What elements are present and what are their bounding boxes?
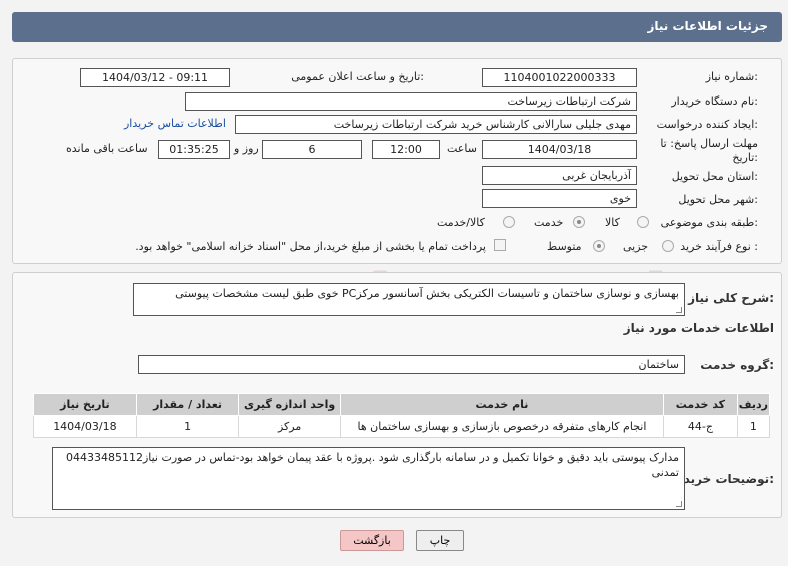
cell-need-date: 1404/03/18 — [33, 415, 137, 438]
buyer-org-label: نام دستگاه خریدار: — [671, 95, 758, 108]
days-label: روز و — [234, 142, 259, 155]
need-number-field[interactable]: 1104001022000333 — [482, 68, 637, 87]
resize-handle-icon[interactable] — [676, 307, 682, 313]
service-group-label: گروه خدمت: — [700, 358, 774, 372]
treasury-payment-checkbox[interactable] — [494, 239, 506, 251]
need-number-label: شماره نیاز: — [705, 70, 758, 83]
category-radio-goods[interactable] — [637, 216, 649, 228]
days-remaining-field[interactable]: 6 — [262, 140, 362, 159]
col-unit: واحد اندازه گیری — [238, 393, 341, 416]
purchase-option-medium: متوسط — [547, 240, 582, 253]
category-label: طبقه بندی موضوعی: — [660, 216, 758, 229]
city-label: شهر محل تحویل: — [678, 193, 758, 206]
col-need-date: تاریخ نیاز — [33, 393, 137, 416]
deadline-time-field[interactable]: 12:00 — [372, 140, 440, 159]
deadline-label: مهلت ارسال پاسخ: تا — [660, 137, 758, 150]
summary-text: بهسازی و نوسازی ساختمان و تاسیسات الکتری… — [175, 287, 679, 300]
cell-service-name: انجام کارهای متفرقه درخصوص بازسازی و بهس… — [339, 415, 665, 438]
province-label: استان محل تحویل: — [671, 170, 758, 183]
buyer-notes-text: مدارک پیوستی باید دقیق و خوانا تکمیل و د… — [65, 451, 679, 479]
category-radio-service[interactable] — [573, 216, 585, 228]
creator-field[interactable]: مهدی جلیلی سارالانی کارشناس خرید شرکت ار… — [235, 115, 637, 134]
remaining-time-label: ساعت باقی مانده — [66, 142, 148, 155]
treasury-payment-note: پرداخت تمام یا بخشی از مبلغ خرید،از محل … — [135, 240, 486, 253]
summary-textarea[interactable]: بهسازی و نوسازی ساختمان و تاسیسات الکتری… — [133, 283, 685, 316]
remaining-time-field[interactable]: 01:35:25 — [158, 140, 230, 159]
buyer-notes-label: توضیحات خریدار: — [672, 472, 774, 486]
purchase-radio-minor[interactable] — [662, 240, 674, 252]
table-header-row: ردیف کد خدمت نام خدمت واحد اندازه گیری ت… — [33, 393, 771, 416]
deadline-time-label: ساعت — [447, 142, 477, 155]
buyer-contact-link[interactable]: اطلاعات تماس خریدار — [124, 117, 226, 130]
col-row-number: ردیف — [736, 393, 771, 416]
cell-unit: مرکز — [238, 415, 341, 438]
deadline-label-date: تاریخ: — [732, 151, 758, 164]
back-button[interactable]: بازگشت — [340, 530, 404, 551]
purchase-radio-medium[interactable] — [593, 240, 605, 252]
col-service-code: کد خدمت — [663, 393, 738, 416]
city-field[interactable]: خوی — [482, 189, 637, 208]
table-row[interactable]: 1 ج-44 انجام کارهای متفرقه درخصوص بازساز… — [33, 415, 771, 438]
summary-label: شرح کلی نیاز: — [688, 291, 774, 305]
page-title: جزئیات اطلاعات نیاز — [647, 19, 768, 33]
col-service-name: نام خدمت — [339, 393, 665, 416]
category-option-goods: کالا — [605, 216, 620, 229]
purchase-type-label: نوع فرآیند خرید : — [680, 240, 758, 253]
creator-label: ایجاد کننده درخواست: — [656, 118, 758, 131]
province-field[interactable]: آذربایجان غربی — [482, 166, 637, 185]
cell-quantity: 1 — [135, 415, 240, 438]
services-table: ردیف کد خدمت نام خدمت واحد اندازه گیری ت… — [33, 393, 771, 438]
service-group-field[interactable]: ساختمان — [138, 355, 685, 374]
deadline-date-field[interactable]: 1404/03/18 — [482, 140, 637, 159]
category-radio-goods-service[interactable] — [503, 216, 515, 228]
category-option-service: خدمت — [534, 216, 564, 229]
buyer-notes-textarea[interactable]: مدارک پیوستی باید دقیق و خوانا تکمیل و د… — [52, 447, 685, 510]
buyer-org-field[interactable]: شرکت ارتباطات زیرساخت — [185, 92, 637, 111]
services-section-title: اطلاعات خدمات مورد نیاز — [623, 321, 774, 335]
purchase-option-minor: جزیی — [623, 240, 649, 253]
col-quantity: تعداد / مقدار — [135, 393, 240, 416]
announce-datetime-label: تاریخ و ساعت اعلان عمومی: — [291, 70, 424, 83]
cell-service-code: ج-44 — [663, 415, 738, 438]
announce-datetime-field[interactable]: 1404/03/12 - 09:11 — [80, 68, 230, 87]
resize-handle-icon[interactable] — [676, 501, 682, 507]
category-option-goods-service: کالا/خدمت — [437, 216, 485, 229]
print-button[interactable]: چاپ — [416, 530, 464, 551]
need-details-panel — [12, 58, 782, 264]
cell-row-number: 1 — [736, 415, 771, 438]
page-header: جزئیات اطلاعات نیاز — [12, 12, 782, 42]
